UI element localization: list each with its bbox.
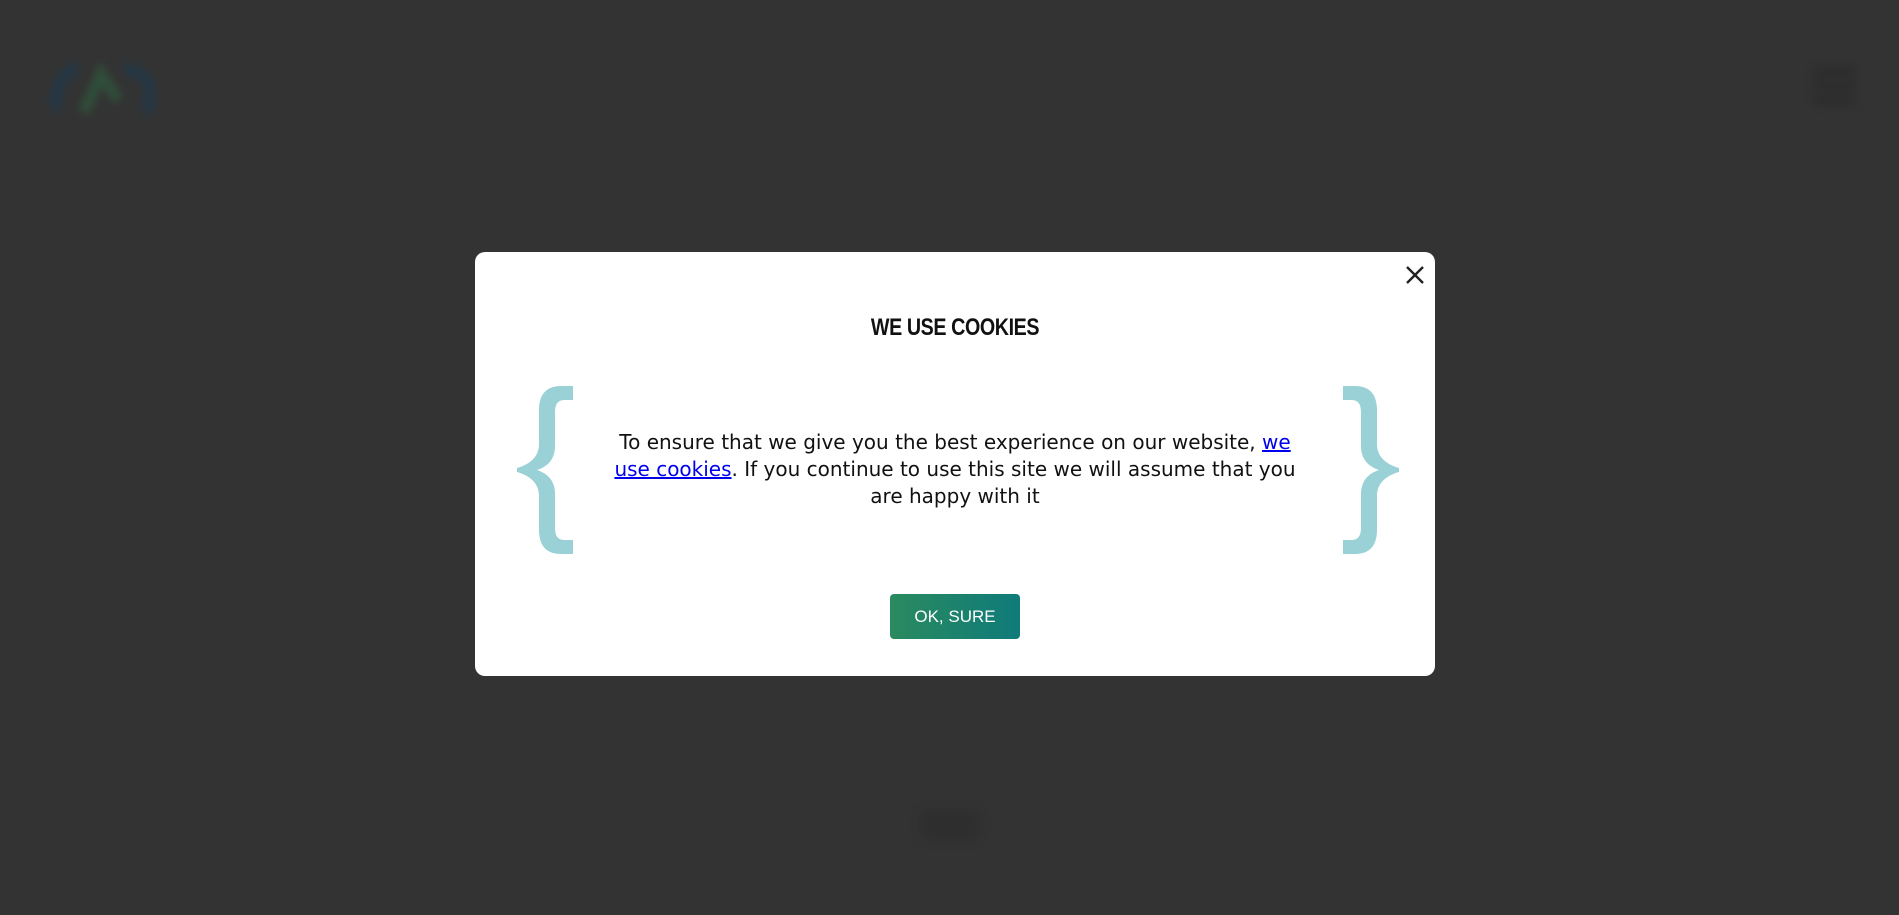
accept-cookies-button[interactable]: OK, SURE [890,594,1020,639]
hamburger-icon[interactable] [1805,62,1863,118]
cookie-message: To ensure that we give you the best expe… [600,429,1310,510]
background-footer-text [920,810,980,840]
cookie-consent-dialog: WE USE COOKIES To ensure that we give yo… [475,252,1435,676]
dialog-title: WE USE COOKIES [870,314,1040,341]
message-text-after: . If you continue to use this site we wi… [731,457,1296,508]
left-brace-icon [517,386,573,554]
message-text-before: To ensure that we give you the best expe… [619,430,1263,454]
right-brace-icon [1343,386,1399,554]
close-icon[interactable] [1400,260,1430,290]
site-logo [49,61,156,115]
